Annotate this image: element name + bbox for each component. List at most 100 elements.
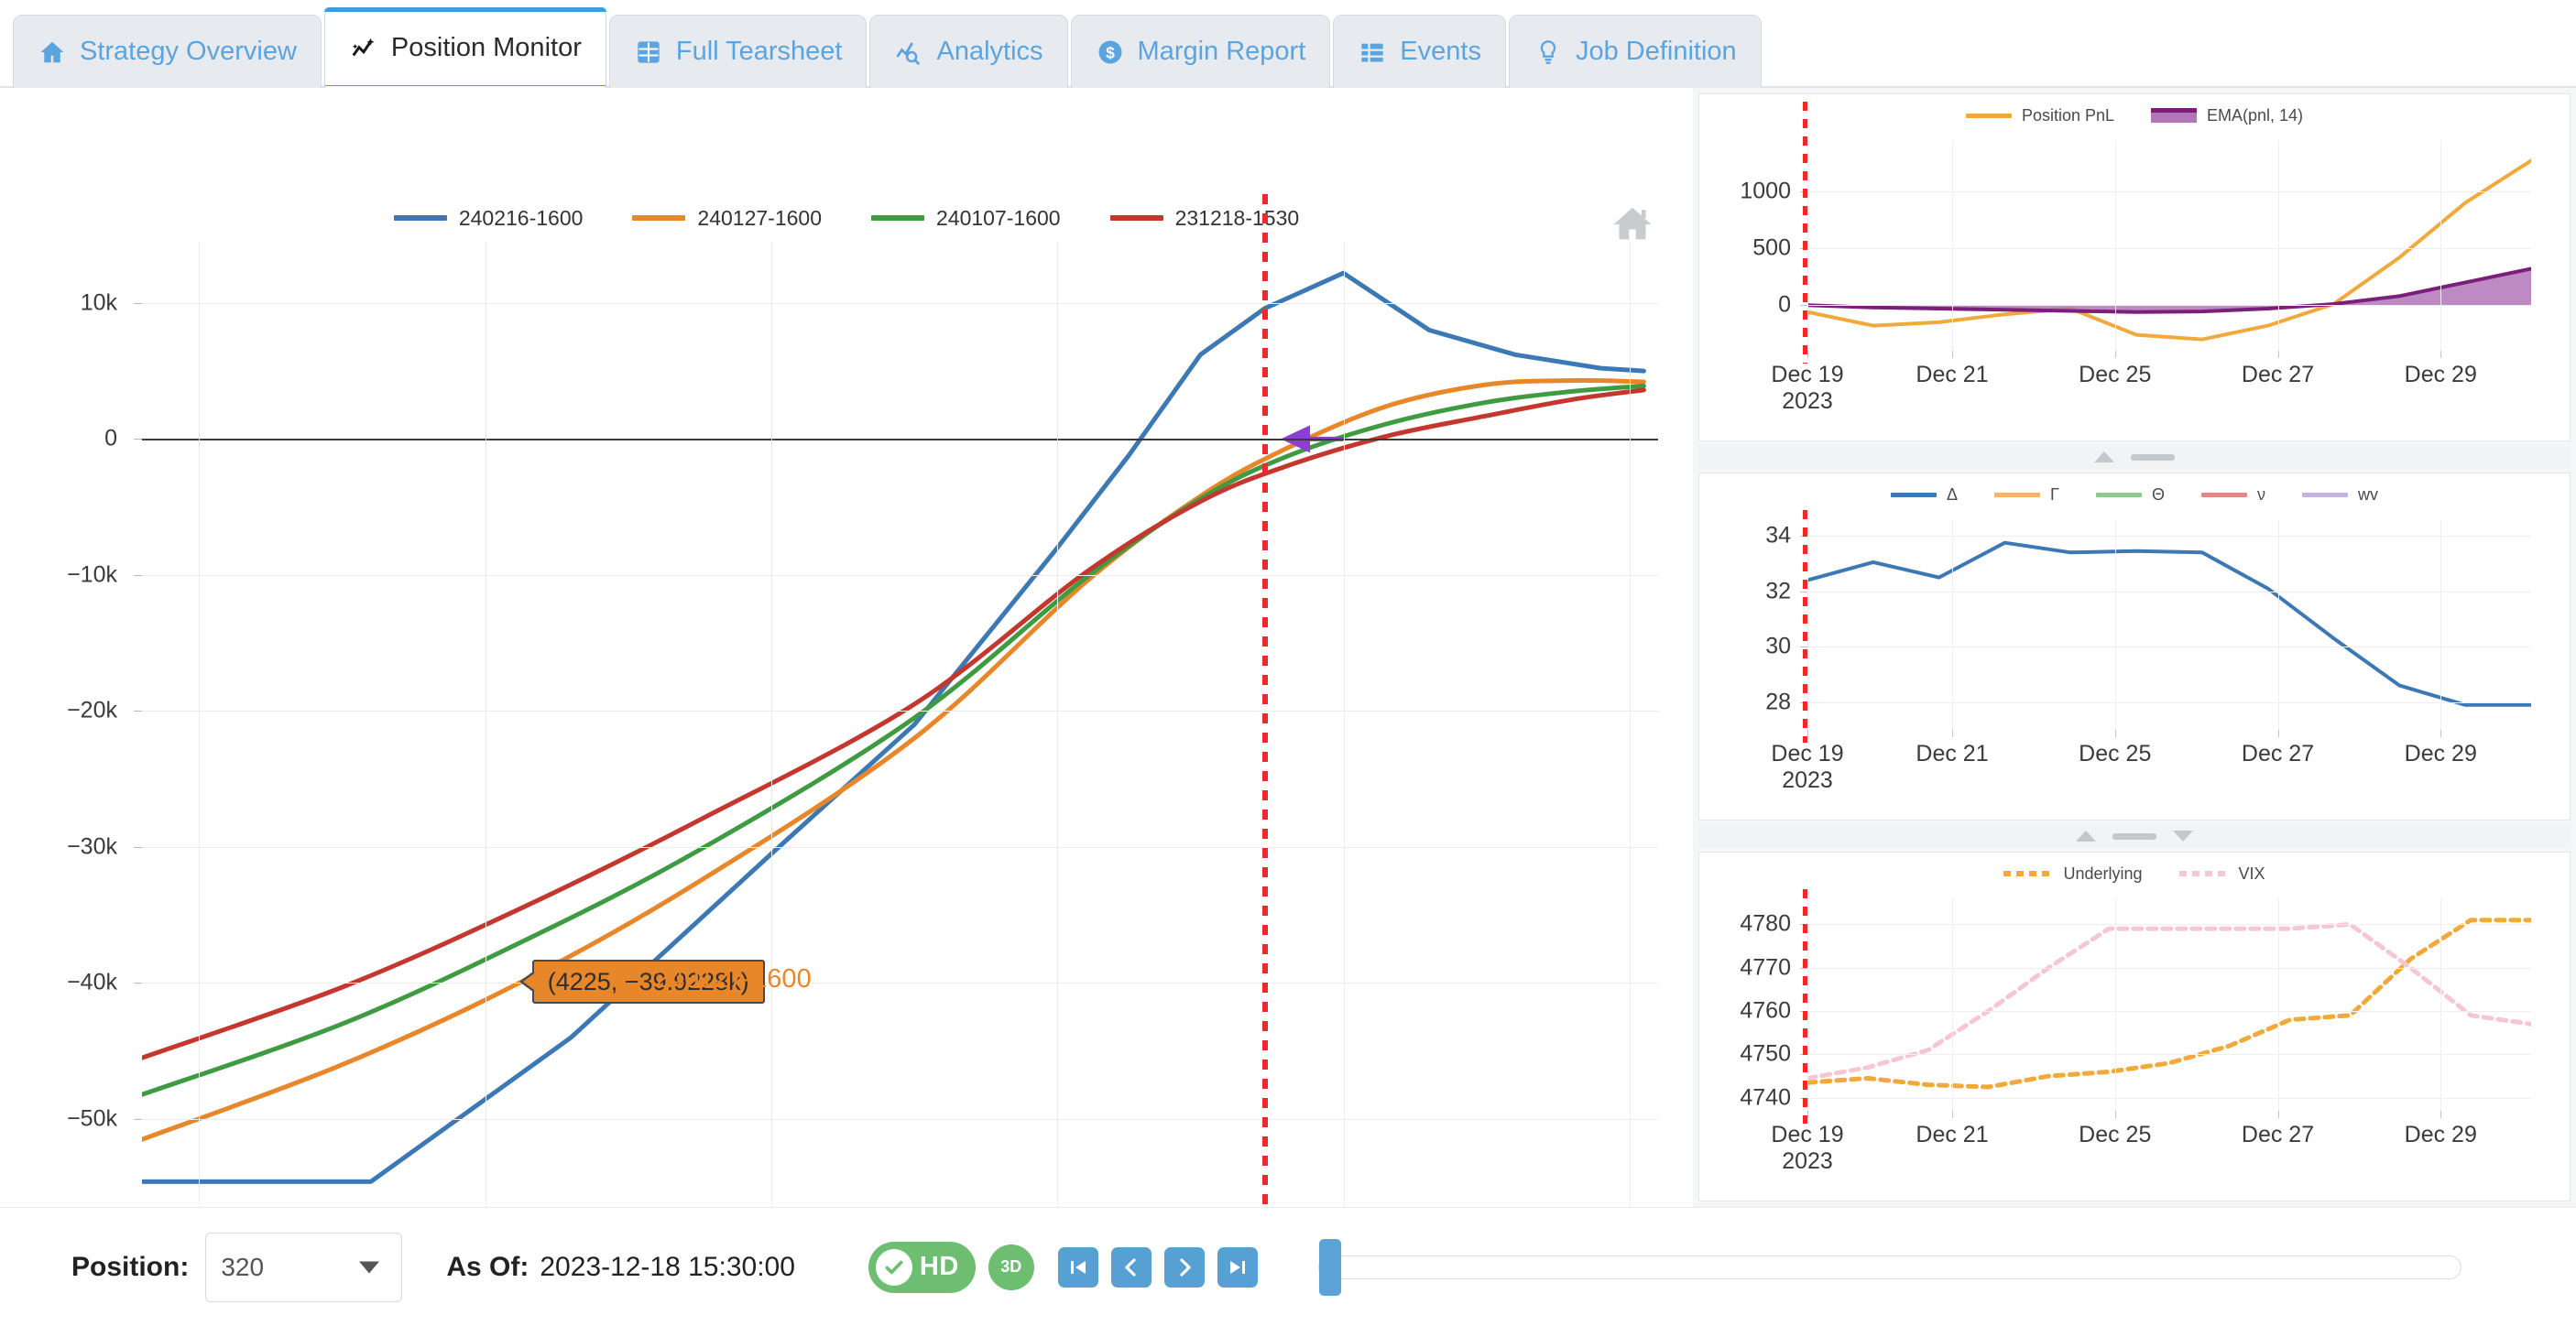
collapse-up-icon[interactable]: [2094, 451, 2114, 462]
legend-item[interactable]: Underlying: [2003, 864, 2142, 884]
legend-item[interactable]: Δ: [1891, 485, 1958, 505]
gridline: [2278, 519, 2279, 730]
nav-prev-button[interactable]: [1111, 1247, 1152, 1288]
series-line: [142, 390, 1643, 1058]
gridline: [1057, 242, 1058, 1214]
x-tick-mark: [1952, 351, 1953, 358]
x-tick-mark: [2115, 730, 2116, 737]
gridline: [2440, 519, 2441, 730]
y-tick-mark: [134, 1119, 142, 1120]
greeks-plot-area[interactable]: 28303234Dec 192023Dec 21Dec 25Dec 27Dec …: [1807, 519, 2531, 730]
x-axis-label: Dec 21: [1916, 362, 1988, 388]
legend-item[interactable]: 240216-1600: [394, 206, 584, 231]
collapse-up-icon[interactable]: [2076, 831, 2096, 842]
legend-item[interactable]: 240127-1600: [632, 206, 822, 231]
y-axis-label: 0: [1699, 292, 1791, 319]
gridline: [142, 983, 1658, 984]
legend-item[interactable]: wv: [2302, 485, 2378, 505]
series-line: [142, 386, 1643, 1094]
x-tick-mark: [1807, 351, 1808, 358]
legend-swatch: [2003, 871, 2053, 876]
svg-text:$: $: [1106, 43, 1115, 61]
x-axis-label: Dec 21: [1916, 1122, 1988, 1148]
greeks-legend: Δ Γ Θ ν wv: [1699, 481, 2570, 508]
gridline: [1807, 191, 2531, 192]
position-select[interactable]: 320: [205, 1233, 402, 1302]
legend-label: VIX: [2239, 864, 2265, 884]
payoff-plot-area[interactable]: −50k−40k−30k−20k−10k010k4000420044004600…: [142, 242, 1658, 1214]
y-axis-label: 4750: [1699, 1041, 1791, 1068]
series-line: [1807, 543, 2531, 705]
gridline: [1807, 1098, 2531, 1099]
y-axis-label: 500: [1699, 235, 1791, 262]
time-cursor-line: [1262, 194, 1268, 1218]
pnl-plot-area[interactable]: 05001000Dec 192023Dec 21Dec 25Dec 27Dec …: [1807, 140, 2531, 351]
zero-line: [142, 439, 1658, 440]
gridline: [1630, 242, 1631, 1214]
nav-next-button[interactable]: [1164, 1247, 1205, 1288]
payoff-curves-svg: [142, 242, 1658, 1214]
nav-first-button[interactable]: [1058, 1247, 1098, 1288]
resize-handle[interactable]: [2112, 833, 2156, 840]
y-axis-label: 4740: [1699, 1084, 1791, 1111]
y-axis-label: 4760: [1699, 998, 1791, 1025]
legend-swatch: [2096, 493, 2142, 497]
gridline: [1807, 536, 2531, 537]
gridline: [2440, 898, 2441, 1111]
legend-item[interactable]: ν: [2201, 485, 2265, 505]
tab-strategy-overview[interactable]: Strategy Overview: [13, 15, 322, 88]
legend-label: Δ: [1947, 485, 1958, 505]
three-d-toggle-button[interactable]: 3D: [988, 1244, 1034, 1290]
underlying-vix-plot-area[interactable]: 47404750476047704780Dec 192023Dec 21Dec …: [1807, 898, 2531, 1111]
dollar-circle-icon: $: [1096, 38, 1125, 67]
legend-item[interactable]: EMA(pnl, 14): [2151, 106, 2303, 125]
nav-last-button[interactable]: [1217, 1247, 1258, 1288]
time-slider[interactable]: [1318, 1255, 2461, 1279]
x-tick-mark: [2115, 1111, 2116, 1118]
gridline: [2278, 898, 2279, 1111]
tab-job-definition[interactable]: Job Definition: [1509, 15, 1762, 88]
tab-margin-report[interactable]: $ Margin Report: [1071, 15, 1331, 88]
legend-swatch: [394, 215, 447, 221]
gridline: [1344, 242, 1345, 1214]
y-axis-label: −50k: [67, 1106, 117, 1133]
x-tick-mark: [2278, 351, 2279, 358]
tab-label: Full Tearsheet: [676, 37, 843, 67]
legend-item[interactable]: Γ: [1994, 485, 2059, 505]
gridline: [142, 303, 1658, 304]
tab-position-monitor[interactable]: Position Monitor: [324, 7, 606, 88]
resize-handle[interactable]: [2131, 454, 2175, 461]
tab-full-tearsheet[interactable]: Full Tearsheet: [609, 15, 868, 88]
legend-item[interactable]: VIX: [2179, 864, 2265, 884]
legend-item[interactable]: 240107-1600: [871, 206, 1061, 231]
legend-swatch: [871, 215, 924, 221]
panel-divider-2[interactable]: [1698, 824, 2571, 848]
gridline: [142, 575, 1658, 576]
gridline: [1807, 305, 2531, 306]
legend-item[interactable]: Θ: [2096, 485, 2165, 505]
tooltip-series-label: 240127-1600: [655, 964, 812, 994]
gridline: [1952, 140, 1953, 351]
legend-label: wv: [2358, 485, 2378, 505]
right-panels-column: Position PnL EMA(pnl, 14) 05001000Dec 19…: [1693, 88, 2576, 1207]
gridline: [142, 1119, 1658, 1120]
tab-analytics[interactable]: Analytics: [869, 15, 1067, 88]
as-of-label: As Of:: [446, 1252, 529, 1283]
legend-item[interactable]: 231218-1530: [1110, 206, 1300, 231]
legend-item[interactable]: Position PnL: [1966, 106, 2114, 125]
gridline: [2278, 140, 2279, 351]
y-tick-mark: [134, 575, 142, 576]
gridline: [1807, 248, 2531, 249]
list-icon: [1358, 38, 1387, 67]
time-slider-handle[interactable]: [1319, 1239, 1341, 1296]
panel-divider-1[interactable]: [1698, 445, 2571, 469]
tab-events[interactable]: Events: [1333, 15, 1506, 88]
tab-label: Analytics: [936, 37, 1042, 67]
hd-toggle-button[interactable]: HD: [868, 1242, 976, 1293]
x-tick-mark: [2278, 1111, 2279, 1118]
collapse-down-icon[interactable]: [2173, 831, 2193, 842]
lightbulb-icon: [1534, 38, 1563, 67]
legend-swatch: [2151, 108, 2197, 123]
legend-swatch: [632, 215, 685, 221]
x-tick-mark: [1952, 1111, 1953, 1118]
